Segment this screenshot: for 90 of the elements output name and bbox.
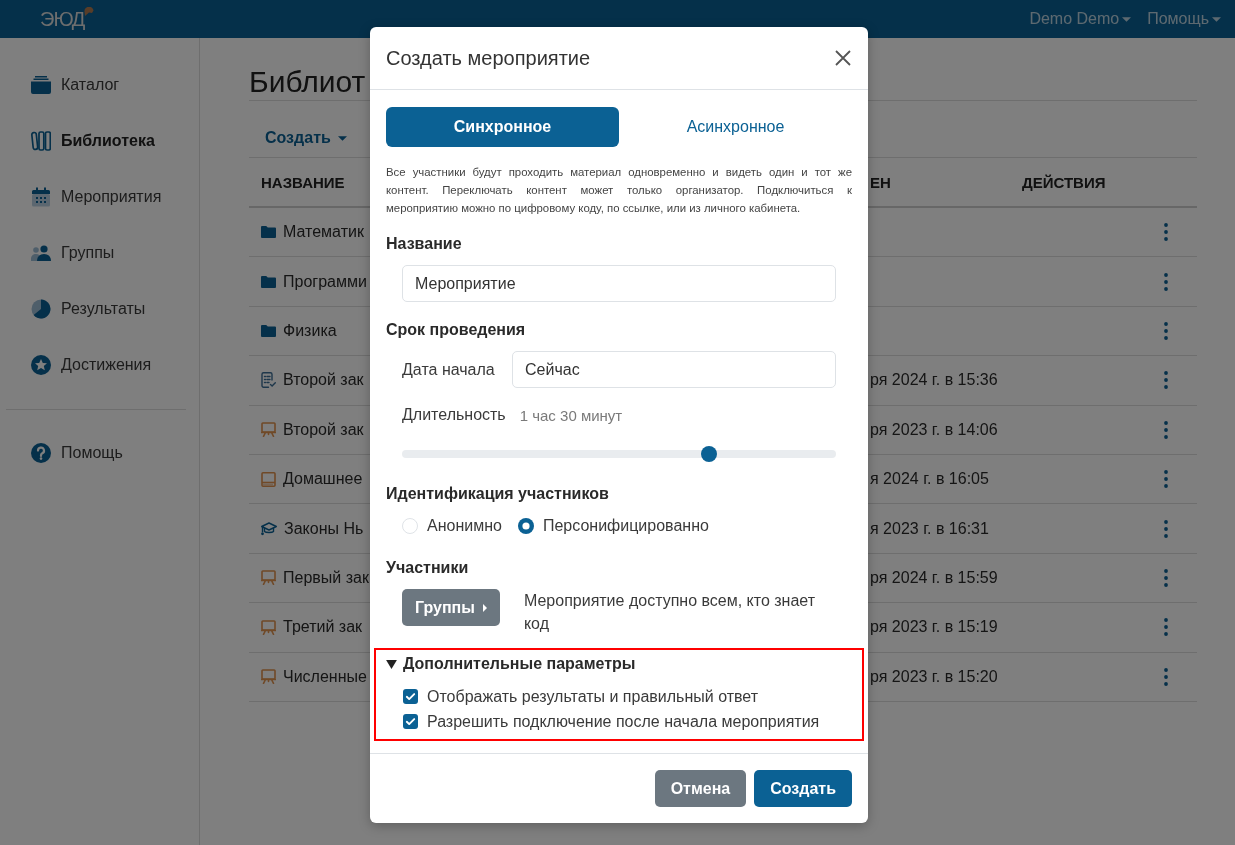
more-icon[interactable] <box>1164 470 1168 489</box>
presentation-board-icon <box>261 669 276 685</box>
folder-icon <box>261 226 276 239</box>
mode-tab[interactable]: Синхронное <box>386 107 619 147</box>
date-time-text: ря 2023 г. в 14:06 <box>870 420 998 439</box>
box-icon <box>31 76 51 94</box>
date-time-text: ря 2023 г. в 15:19 <box>870 618 998 637</box>
sidebar-item[interactable]: Группы <box>0 225 199 281</box>
access-note: Мероприятие доступно всем, кто знает код <box>523 591 817 634</box>
nav-menu-button[interactable]: Помощь <box>1141 6 1227 32</box>
advanced-options-toggle[interactable]: Дополнительные параметры <box>386 654 636 674</box>
users-icon <box>31 245 51 261</box>
more-icon[interactable] <box>1164 568 1168 587</box>
duration-reading: 1 час 30 минут <box>519 406 623 424</box>
item-name[interactable]: Второй зак <box>283 420 364 439</box>
date-time-text: ря 2024 г. в 15:36 <box>870 371 998 390</box>
sidebar-item[interactable]: Библиотека <box>0 113 199 169</box>
more-icon[interactable] <box>1164 371 1168 390</box>
nav-menu-button[interactable]: Demo Demo <box>1023 6 1138 32</box>
create-button[interactable]: Создать <box>265 126 347 150</box>
date-time-text: ря 2023 г. в 15:20 <box>870 667 998 686</box>
date-time-text: ря 2024 г. в 15:59 <box>870 568 998 587</box>
folder-icon <box>261 275 276 288</box>
radio-button[interactable] <box>402 518 418 534</box>
more-icon[interactable] <box>1164 321 1168 340</box>
graduation-cap-icon <box>261 521 277 536</box>
radio-button[interactable] <box>517 518 534 534</box>
checklist-icon <box>261 372 276 389</box>
date-time-text: я 2023 г. в 16:31 <box>870 519 989 538</box>
mode-tab[interactable]: Асинхронное <box>619 107 852 147</box>
field-label: Участники <box>386 558 470 578</box>
checkbox-label[interactable]: Отображать результаты и правильный ответ <box>427 687 758 706</box>
field-label: Длительность <box>402 406 506 424</box>
date-time-text: я 2024 г. в 16:05 <box>870 470 989 489</box>
dialog-button[interactable]: Отмена <box>654 770 747 807</box>
help-icon <box>31 443 51 463</box>
radio-label[interactable]: Анонимно <box>427 517 502 535</box>
logo-text[interactable]: ЭЮД <box>40 8 85 30</box>
column-header: НАЗВАНИЕ <box>261 173 345 191</box>
caret-icon <box>1122 16 1132 22</box>
sidebar-item[interactable]: Помощь <box>0 425 199 481</box>
calendar-icon <box>31 187 51 207</box>
mode-description: Все участники будут проходить материал одновременно и видеть один и тот же контент. Переключать контент может только организатор. Подключиться к мероприятию можно по цифровому коду, по ссылке, или из личного кабинета. <box>386 165 852 216</box>
item-name[interactable]: Домашнее <box>283 470 363 489</box>
dialog-button[interactable]: Создать <box>754 770 852 807</box>
field-label: Идентификация участников <box>386 484 610 504</box>
field-label: Срок проведения <box>386 320 527 340</box>
item-name[interactable]: Математик <box>283 223 364 242</box>
item-name[interactable]: Программи <box>283 272 367 291</box>
name-input[interactable]: Мероприятие <box>402 265 836 302</box>
presentation-board-icon <box>261 619 276 635</box>
column-header: ДЕЙСТВИЯ <box>1022 173 1106 191</box>
more-icon[interactable] <box>1164 667 1168 686</box>
more-icon[interactable] <box>1164 420 1168 439</box>
item-name[interactable]: Физика <box>283 321 337 340</box>
checkbox[interactable] <box>403 714 418 729</box>
sidebar-item[interactable]: Каталог <box>0 57 199 113</box>
presentation-board-icon <box>261 422 276 438</box>
item-name[interactable]: Второй зак <box>283 371 364 390</box>
caret-icon <box>1212 16 1221 22</box>
item-name[interactable]: Третий зак <box>283 618 363 637</box>
more-icon[interactable] <box>1164 519 1168 538</box>
start-date-input[interactable]: Сейчас <box>512 351 836 388</box>
field-label: Дата начала <box>402 360 496 379</box>
more-icon[interactable] <box>1164 223 1168 242</box>
folder-icon <box>261 324 276 337</box>
books-icon <box>31 131 51 151</box>
groups-button[interactable]: Группы <box>402 589 500 626</box>
close-icon[interactable] <box>835 50 851 66</box>
checkbox-label[interactable]: Разрешить подключение после начала мероприятия <box>427 712 820 731</box>
more-icon[interactable] <box>1164 272 1168 291</box>
caret-right-icon <box>482 603 487 612</box>
more-icon[interactable] <box>1164 618 1168 637</box>
item-name[interactable]: Численные <box>283 667 367 686</box>
item-name[interactable]: Законы Нь <box>284 519 364 538</box>
logo-mark-icon <box>84 7 95 16</box>
column-header: ЕН <box>870 173 891 191</box>
checkbox[interactable] <box>403 689 418 704</box>
star-badge-icon <box>31 355 51 375</box>
sidebar-item[interactable]: Результаты <box>0 281 199 337</box>
book-icon <box>261 471 276 487</box>
presentation-board-icon <box>261 570 276 586</box>
sidebar-item[interactable]: Мероприятия <box>0 169 199 225</box>
pie-chart-icon <box>31 299 51 319</box>
sidebar-item[interactable]: Достижения <box>0 337 199 393</box>
radio-label[interactable]: Персонифицированно <box>542 517 709 535</box>
item-name[interactable]: Первый зак <box>283 568 369 587</box>
slider-thumb[interactable] <box>700 446 717 462</box>
field-label: Название <box>386 234 463 254</box>
caret-icon <box>337 135 347 141</box>
